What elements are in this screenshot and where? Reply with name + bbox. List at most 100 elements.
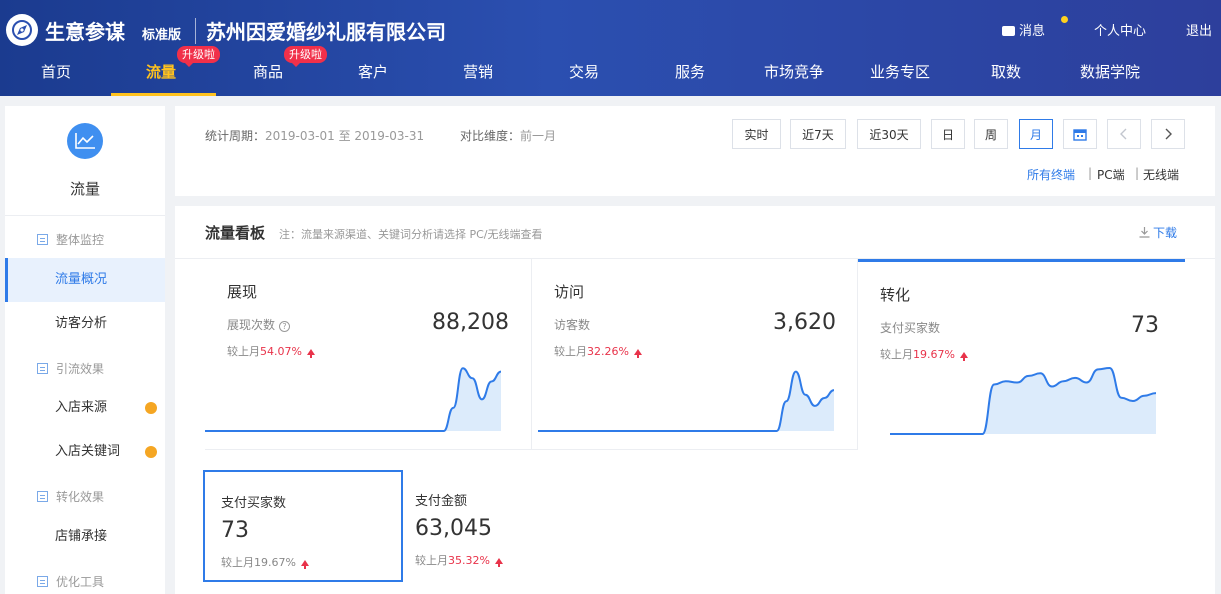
sidebar-group-label: 整体监控 bbox=[56, 233, 105, 247]
nav-marketing[interactable]: 营销 bbox=[463, 61, 493, 82]
nav-market-competition[interactable]: 市场竞争 bbox=[764, 61, 824, 82]
cards-divider bbox=[205, 449, 857, 450]
mini-metric-payment-amount[interactable]: 支付金额 63,045 较上月35.32% bbox=[399, 470, 599, 582]
nav-transactions[interactable]: 交易 bbox=[569, 61, 599, 82]
messages-label: 消息 bbox=[1019, 24, 1046, 39]
compass-logo-icon[interactable] bbox=[6, 14, 38, 46]
card-title: 展现 bbox=[227, 283, 258, 301]
comparison-prefix: 较上月 bbox=[227, 345, 260, 358]
sidebar-group-conversion-effect: 转化效果 bbox=[37, 488, 104, 505]
mini-label: 支付买家数 bbox=[221, 496, 287, 511]
metric-card-impressions[interactable]: 展现 展现次数? 88,208 较上月54.07% bbox=[175, 259, 531, 450]
nav-active-indicator bbox=[111, 93, 216, 96]
sparkline-visits bbox=[538, 370, 834, 432]
traffic-board: 流量看板 注：流量来源渠道、关键词分析请选择 PC/无线端查看 下载 展现 展现… bbox=[175, 206, 1215, 594]
stat-period-value: 2019-03-01 至 2019-03-31 bbox=[265, 129, 425, 143]
stat-period: 统计周期：2019-03-01 至 2019-03-31 bbox=[205, 127, 424, 144]
sidebar-item-label: 入店关键词 bbox=[55, 444, 121, 459]
period-button-7days[interactable]: 近7天 bbox=[790, 119, 846, 149]
sidebar-group-label: 引流效果 bbox=[56, 362, 105, 376]
comparison-value: 35.32% bbox=[448, 554, 490, 567]
building-icon bbox=[37, 491, 48, 502]
stat-period-label: 统计周期： bbox=[205, 129, 266, 143]
terminal-mobile[interactable]: 无线端 bbox=[1143, 166, 1179, 183]
question-icon[interactable]: ? bbox=[279, 321, 291, 332]
board-note: 注：流量来源渠道、关键词分析请选择 PC/无线端查看 bbox=[279, 228, 543, 241]
card-metric-label: 访客数 bbox=[554, 318, 591, 332]
upgrade-badge-products: 升级啦 bbox=[284, 46, 327, 67]
card-metric-label: 支付买家数 bbox=[880, 321, 941, 335]
comparison-value: 19.67% bbox=[254, 556, 296, 569]
nav-home[interactable]: 首页 bbox=[41, 61, 71, 82]
board-title: 流量看板 bbox=[205, 224, 266, 242]
mini-value: 73 bbox=[221, 518, 249, 543]
sidebar-item-entry-keywords[interactable]: 入店关键词 bbox=[5, 430, 165, 474]
arrow-up-icon bbox=[306, 349, 315, 358]
app-name[interactable]: 生意参谋 bbox=[45, 16, 125, 45]
nav-customers[interactable]: 客户 bbox=[358, 61, 388, 82]
card-comparison: 较上月19.67% bbox=[880, 346, 968, 362]
sidebar-item-traffic-overview[interactable]: 流量概况 bbox=[5, 258, 165, 302]
comparison-prefix: 较上月 bbox=[415, 554, 448, 567]
previous-period-button[interactable] bbox=[1107, 119, 1141, 149]
download-label: 下载 bbox=[1153, 226, 1178, 240]
nav-business-zone[interactable]: 业务专区 bbox=[870, 61, 930, 82]
comparison-value: 19.67% bbox=[913, 348, 955, 361]
nav-data-academy[interactable]: 数据学院 bbox=[1080, 61, 1140, 82]
arrow-up-icon bbox=[633, 349, 642, 358]
download-button[interactable]: 下载 bbox=[1139, 224, 1177, 241]
comparison-prefix: 较上月 bbox=[221, 556, 254, 569]
mini-comparison: 较上月19.67% bbox=[221, 554, 309, 570]
terminal-separator: | bbox=[1088, 166, 1093, 180]
card-metric-label: 展现次数? bbox=[227, 316, 291, 333]
nav-data-fetch[interactable]: 取数 bbox=[991, 61, 1021, 82]
card-title: 访问 bbox=[554, 283, 585, 301]
period-button-30days[interactable]: 近30天 bbox=[857, 119, 921, 149]
building-icon bbox=[37, 363, 48, 374]
period-button-day[interactable]: 日 bbox=[931, 119, 965, 149]
personal-center-link[interactable]: 个人中心 bbox=[1094, 20, 1146, 39]
company-name: 苏州因爱婚纱礼服有限公司 bbox=[206, 20, 446, 44]
arrow-up-icon bbox=[494, 558, 503, 567]
new-feature-dot bbox=[145, 402, 157, 414]
metric-card-conversion[interactable]: 转化 支付买家数 73 较上月19.67% bbox=[858, 259, 1185, 450]
compare-value: 前一月 bbox=[520, 129, 557, 143]
comparison-prefix: 较上月 bbox=[880, 348, 913, 361]
period-button-realtime[interactable]: 实时 bbox=[732, 119, 781, 149]
card-title: 转化 bbox=[880, 286, 911, 304]
nav-service[interactable]: 服务 bbox=[675, 61, 705, 82]
message-notification-dot bbox=[1061, 16, 1068, 23]
nav-traffic[interactable]: 流量 bbox=[146, 61, 176, 82]
new-feature-dot bbox=[145, 446, 157, 458]
card-comparison: 较上月54.07% bbox=[227, 343, 315, 359]
arrow-up-icon bbox=[300, 560, 309, 569]
terminal-pc[interactable]: PC端 bbox=[1097, 166, 1125, 183]
terminal-separator: | bbox=[1135, 166, 1140, 180]
terminal-all[interactable]: 所有终端 bbox=[1027, 166, 1075, 183]
logout-link[interactable]: 退出 bbox=[1186, 20, 1212, 39]
next-period-button[interactable] bbox=[1151, 119, 1185, 149]
line-chart-icon bbox=[67, 123, 103, 159]
metric-card-visits[interactable]: 访问 访客数 3,620 较上月32.26% bbox=[532, 259, 858, 450]
messages-link[interactable]: 消息 bbox=[1002, 20, 1045, 39]
sidebar-item-entry-source[interactable]: 入店来源 bbox=[5, 386, 165, 430]
sidebar-item-store-handoff[interactable]: 店铺承接 bbox=[5, 515, 165, 559]
edition-label: 标准版 bbox=[142, 28, 182, 43]
period-button-month[interactable]: 月 bbox=[1019, 119, 1053, 149]
envelope-icon bbox=[1002, 26, 1015, 36]
mini-metric-paying-buyers[interactable]: 支付买家数 73 较上月19.67% bbox=[203, 470, 403, 582]
nav-products[interactable]: 商品 bbox=[253, 61, 283, 82]
period-bar: 统计周期：2019-03-01 至 2019-03-31 对比维度：前一月 实时… bbox=[175, 106, 1215, 196]
arrow-up-icon bbox=[959, 352, 968, 361]
sidebar-item-visitor-analysis[interactable]: 访客分析 bbox=[5, 302, 165, 346]
chevron-right-icon bbox=[1165, 128, 1172, 140]
sidebar-title: 流量 bbox=[69, 180, 100, 198]
calendar-button[interactable] bbox=[1063, 119, 1097, 149]
period-button-week[interactable]: 周 bbox=[974, 119, 1008, 149]
building-icon bbox=[37, 234, 48, 245]
card-value: 3,620 bbox=[773, 310, 836, 335]
mini-comparison: 较上月35.32% bbox=[415, 552, 503, 568]
chevron-left-icon bbox=[1120, 128, 1127, 140]
sidebar-group-label: 转化效果 bbox=[56, 490, 105, 504]
sidebar-group-traffic-effect: 引流效果 bbox=[37, 360, 104, 377]
